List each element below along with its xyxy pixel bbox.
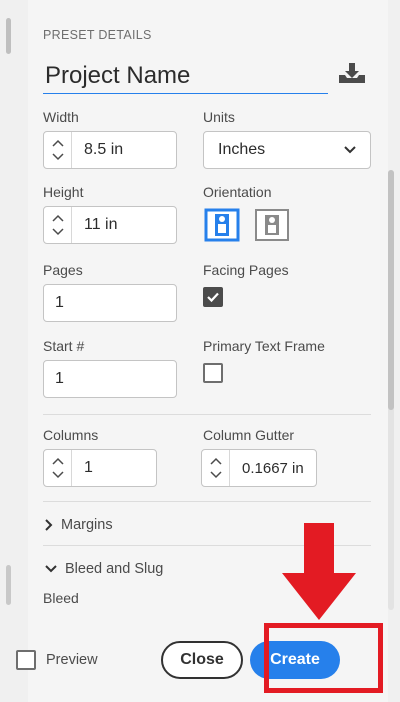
project-name-input[interactable]	[43, 58, 328, 94]
columns-field[interactable]: 1	[43, 449, 157, 487]
left-scroll-handle-lower[interactable]	[6, 565, 11, 605]
margins-section-toggle[interactable]: Margins	[45, 517, 113, 533]
chevron-right-icon	[45, 519, 53, 531]
pages-value[interactable]: 1	[55, 285, 64, 321]
left-panel-strip	[0, 0, 28, 702]
scrollbar-thumb[interactable]	[388, 170, 394, 410]
close-button[interactable]: Close	[161, 641, 243, 679]
width-field[interactable]: 8.5 in	[43, 131, 177, 169]
pages-label: Pages	[43, 262, 83, 278]
units-select[interactable]: Inches	[203, 131, 371, 169]
columns-label: Columns	[43, 427, 99, 443]
start-label: Start #	[43, 338, 85, 354]
bleed-slug-section-toggle[interactable]: Bleed and Slug	[45, 561, 163, 577]
section-title: PRESET DETAILS	[43, 28, 152, 42]
landscape-icon[interactable]	[254, 208, 290, 242]
facing-pages-checkbox[interactable]	[203, 287, 223, 307]
primary-text-frame-label: Primary Text Frame	[203, 338, 325, 354]
column-gutter-stepper[interactable]	[202, 450, 230, 486]
stepper-down-icon[interactable]	[209, 471, 222, 479]
width-value[interactable]: 8.5 in	[84, 132, 123, 168]
stepper-up-icon[interactable]	[209, 457, 222, 465]
chevron-down-icon	[45, 565, 57, 573]
columns-stepper[interactable]	[44, 450, 72, 486]
checkmark-icon	[207, 292, 219, 303]
portrait-icon[interactable]	[204, 208, 240, 242]
width-label: Width	[43, 109, 79, 125]
divider	[43, 414, 371, 415]
margins-label: Margins	[61, 517, 113, 533]
columns-value[interactable]: 1	[84, 450, 93, 486]
start-field[interactable]: 1	[43, 360, 177, 398]
stepper-down-icon[interactable]	[51, 471, 64, 479]
start-value[interactable]: 1	[55, 361, 64, 397]
height-stepper[interactable]	[44, 207, 72, 243]
orientation-label: Orientation	[203, 184, 272, 200]
left-scroll-handle[interactable]	[6, 18, 11, 54]
facing-pages-label: Facing Pages	[203, 262, 289, 278]
pages-field[interactable]: 1	[43, 284, 177, 322]
primary-text-frame-checkbox[interactable]	[203, 363, 223, 383]
preview-label: Preview	[46, 652, 98, 668]
height-field[interactable]: 11 in	[43, 206, 177, 244]
highlight-box	[264, 623, 383, 693]
stepper-up-icon[interactable]	[51, 214, 64, 222]
chevron-down-icon[interactable]	[344, 146, 356, 154]
height-value[interactable]: 11 in	[84, 207, 118, 243]
stepper-down-icon[interactable]	[51, 228, 64, 236]
preview-checkbox[interactable]	[16, 650, 36, 670]
column-gutter-value[interactable]: 0.1667 in	[242, 450, 304, 486]
stepper-down-icon[interactable]	[51, 153, 64, 161]
down-arrow-icon	[282, 523, 356, 620]
width-stepper[interactable]	[44, 132, 72, 168]
save-preset-icon[interactable]	[338, 62, 366, 84]
bleed-slug-label: Bleed and Slug	[65, 561, 164, 577]
divider	[43, 501, 371, 502]
stepper-up-icon[interactable]	[51, 457, 64, 465]
column-gutter-field[interactable]: 0.1667 in	[201, 449, 317, 487]
column-gutter-label: Column Gutter	[203, 427, 295, 443]
bleed-label: Bleed	[43, 590, 79, 606]
height-label: Height	[43, 184, 84, 200]
units-label: Units	[203, 109, 235, 125]
units-value[interactable]: Inches	[218, 132, 265, 168]
stepper-up-icon[interactable]	[51, 139, 64, 147]
